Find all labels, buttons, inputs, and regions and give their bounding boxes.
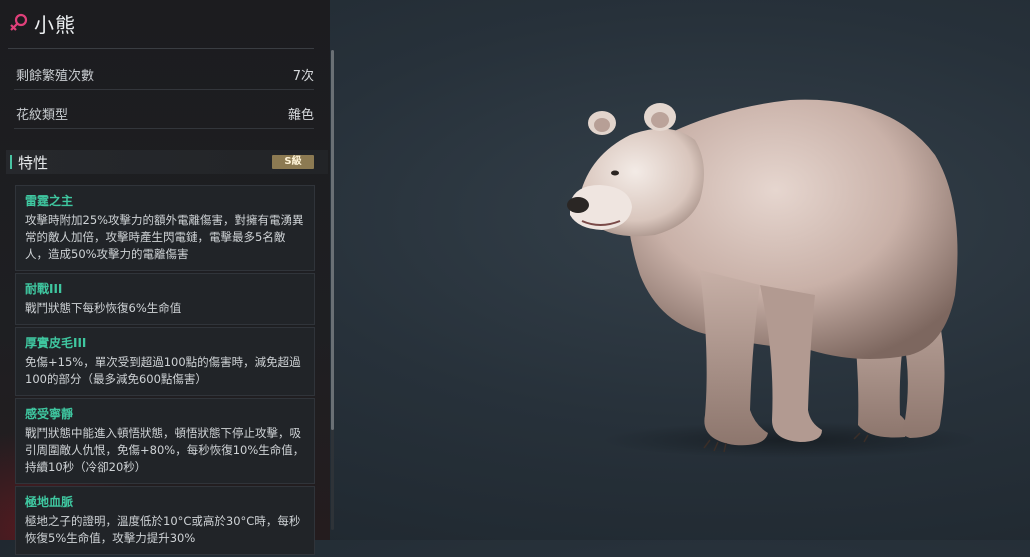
row-divider — [14, 89, 314, 90]
row-divider — [14, 128, 314, 129]
trait-card[interactable]: 耐戰III 戰鬥狀態下每秒恢復6%生命值 — [15, 273, 315, 325]
grade-badge: S級 — [272, 155, 314, 169]
traits-section-header: 特性 S級 — [6, 150, 328, 174]
stat-value: 7次 — [292, 68, 314, 84]
panel-scrollbar[interactable] — [331, 50, 334, 530]
trait-name: 耐戰III — [25, 282, 63, 296]
bear-illustration — [567, 99, 980, 458]
traits-list: 雷霆之主 攻擊時附加25%攻擊力的額外電離傷害，對擁有電湧異常的敵人加倍，攻擊時… — [15, 185, 315, 557]
trait-name: 極地血脈 — [25, 495, 74, 509]
stat-label: 花紋類型 — [16, 107, 69, 123]
stat-value: 雜色 — [287, 107, 314, 123]
trait-card[interactable]: 雷霆之主 攻擊時附加25%攻擊力的額外電離傷害，對擁有電湧異常的敵人加倍，攻擊時… — [15, 185, 315, 271]
traits-section-title: 特性 — [18, 153, 49, 172]
trait-name: 感受寧靜 — [25, 407, 74, 421]
stat-row-breeding-count: 剩餘繁殖次數 7次 — [16, 62, 314, 86]
trait-card[interactable]: 感受寧靜 戰鬥狀態中能進入頓悟狀態，頓悟狀態下停止攻擊，吸引周圍敵人仇恨，免傷+… — [15, 398, 315, 484]
trait-description: 戰鬥狀態中能進入頓悟狀態，頓悟狀態下停止攻擊，吸引周圍敵人仇恨，免傷+80%，每… — [25, 426, 305, 474]
bear-model-view[interactable] — [560, 95, 980, 460]
trait-description: 攻擊時附加25%攻擊力的額外電離傷害，對擁有電湧異常的敵人加倍，攻擊時產生閃電鏈… — [25, 213, 304, 261]
pet-info-panel: 小熊 剩餘繁殖次數 7次 花紋類型 雜色 特性 S級 雷霆之主 攻擊時附加25%… — [0, 0, 330, 555]
trait-name: 雷霆之主 — [25, 194, 74, 208]
pet-header: 小熊 — [8, 6, 76, 40]
scrollbar-thumb[interactable] — [331, 50, 334, 430]
trait-description: 免傷+15%，單次受到超過100點的傷害時，減免超過100的部分（最多減免600… — [25, 355, 301, 386]
stat-row-pattern-type: 花紋類型 雜色 — [16, 101, 314, 125]
trait-description: 極地之子的證明，溫度低於10°C或高於30°C時，每秒恢復5%生命值，攻擊力提升… — [25, 514, 301, 545]
female-symbol-icon — [10, 13, 28, 31]
section-accent-bar — [10, 155, 12, 169]
trait-card[interactable]: 厚實皮毛III 免傷+15%，單次受到超過100點的傷害時，減免超過100的部分… — [15, 327, 315, 396]
pet-name-title: 小熊 — [34, 12, 76, 37]
trait-description: 戰鬥狀態下每秒恢復6%生命值 — [25, 301, 182, 315]
stat-label: 剩餘繁殖次數 — [16, 68, 95, 84]
header-divider — [8, 48, 314, 49]
trait-card[interactable]: 極地血脈 極地之子的證明，溫度低於10°C或高於30°C時，每秒恢復5%生命值，… — [15, 486, 315, 555]
trait-name: 厚實皮毛III — [25, 336, 87, 350]
